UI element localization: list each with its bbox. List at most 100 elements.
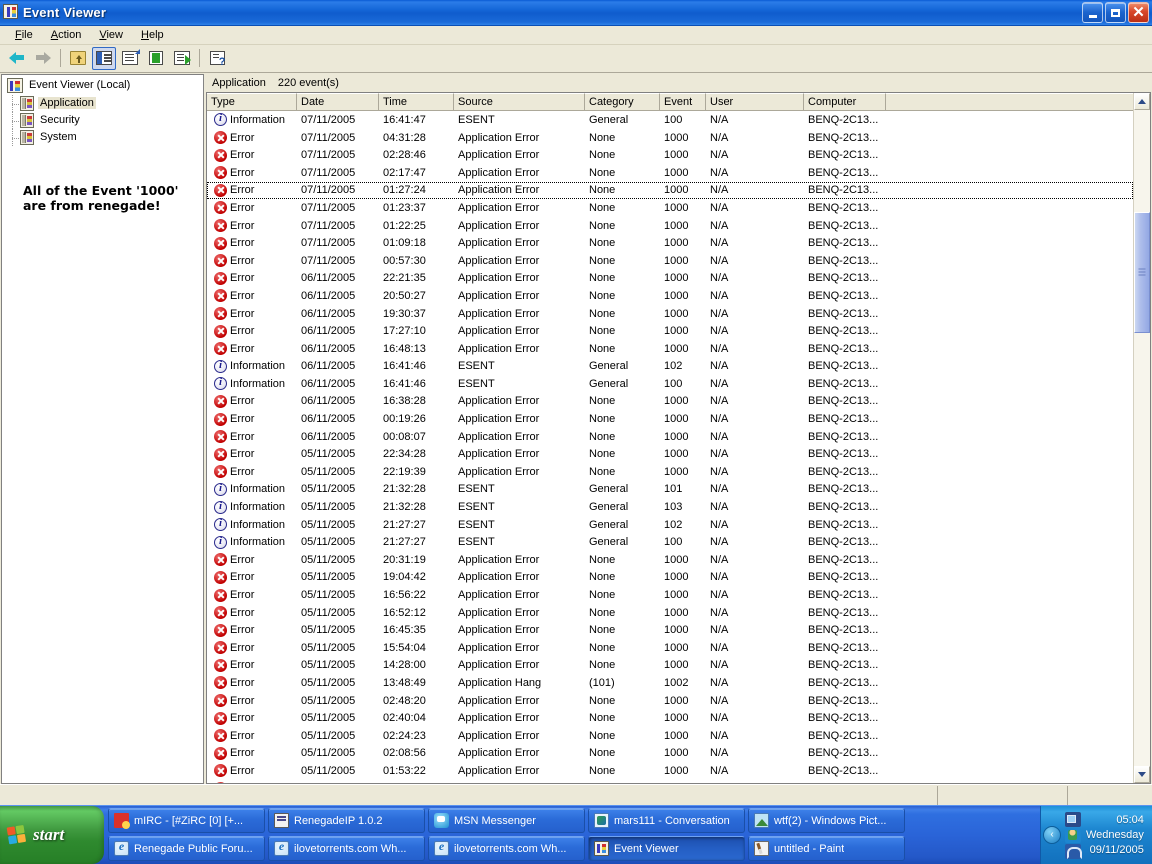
vertical-scrollbar[interactable] — [1133, 93, 1150, 783]
table-row[interactable]: Error 07/11/2005 02:28:46 Application Error… — [207, 146, 1133, 164]
clock[interactable]: 05:04 Wednesday 09/11/2005 — [1086, 813, 1144, 858]
menu-item-help[interactable]: Help — [132, 27, 173, 43]
table-row[interactable]: Error 05/11/2005 02:48:20 Application Error… — [207, 692, 1133, 710]
scroll-up-button[interactable] — [1134, 93, 1150, 111]
table-row[interactable]: Error 06/11/2005 16:48:13 Application Error… — [207, 340, 1133, 358]
table-row[interactable]: Error 05/11/2005 01:53:22 Application Error… — [207, 762, 1133, 780]
title-bar[interactable]: Event Viewer ✕ — [0, 0, 1152, 26]
refresh-button[interactable] — [144, 47, 168, 70]
table-row[interactable]: Error 06/11/2005 00:19:26 Application Error… — [207, 410, 1133, 428]
sidebar-item-security[interactable]: Security — [2, 111, 203, 129]
table-row[interactable]: Error 07/11/2005 01:22:25 Application Error… — [207, 217, 1133, 235]
information-icon — [214, 113, 227, 127]
minimize-button[interactable] — [1082, 2, 1103, 23]
cell-category: None — [589, 448, 616, 461]
volume-icon[interactable] — [1065, 843, 1082, 859]
cell-date: 07/11/2005 — [301, 113, 356, 126]
taskbar-button[interactable]: Event Viewer — [588, 836, 745, 861]
table-row[interactable]: Error 07/11/2005 04:31:28 Application Error… — [207, 129, 1133, 147]
taskbar-button[interactable]: mars111 - Conversation — [588, 808, 745, 833]
show-hide-tree-button[interactable] — [92, 46, 116, 70]
table-row[interactable]: Error 05/11/2005 16:52:12 Application Error… — [207, 604, 1133, 622]
table-row[interactable]: Error 06/11/2005 00:08:07 Application Error… — [207, 428, 1133, 446]
scrollbar-thumb[interactable] — [1134, 211, 1150, 334]
column-header-computer[interactable]: Computer — [804, 93, 886, 112]
properties-button[interactable] — [118, 47, 142, 70]
menu-item-action[interactable]: Action — [42, 27, 91, 43]
table-row[interactable]: Error 05/11/2005 02:24:23 Application Error… — [207, 727, 1133, 745]
table-row[interactable]: Error 05/11/2005 19:04:42 Application Error… — [207, 569, 1133, 587]
table-row[interactable]: Error 06/11/2005 20:50:27 Application Error… — [207, 287, 1133, 305]
taskbar-button[interactable]: ilovetorrents.com Wh... — [268, 836, 425, 861]
table-row[interactable]: Error 05/11/2005 02:40:04 Application Error… — [207, 709, 1133, 727]
table-row[interactable]: Error 06/11/2005 17:27:10 Application Error… — [207, 322, 1133, 340]
taskbar-button[interactable]: mIRC - [#ZiRC [0] [+... — [108, 808, 265, 833]
menu-item-file[interactable]: FFileile — [6, 27, 42, 43]
column-header-time[interactable]: Time — [379, 93, 454, 112]
cell-time: 02:48:20 — [383, 694, 426, 707]
table-row[interactable]: Error 05/11/2005 20:31:19 Application Error… — [207, 551, 1133, 569]
network-icon[interactable] — [1065, 811, 1081, 827]
table-row[interactable]: Error 07/11/2005 01:27:24 Application Error… — [207, 181, 1133, 200]
cell-category: None — [589, 430, 616, 443]
cell-computer: BENQ-2C13... — [808, 289, 879, 302]
table-row[interactable]: Error 05/11/2005 02:08:56 Application Error… — [207, 745, 1133, 763]
table-row[interactable]: Error 07/11/2005 00:57:30 Application Error… — [207, 252, 1133, 270]
taskbar-button[interactable]: ilovetorrents.com Wh... — [428, 836, 585, 861]
taskbar-button[interactable]: wtf(2) - Windows Pict... — [748, 808, 905, 833]
table-row[interactable]: Error 07/11/2005 01:23:37 Application Error… — [207, 199, 1133, 217]
cell-time: 21:27:27 — [383, 518, 426, 531]
back-button[interactable] — [5, 47, 29, 70]
messenger-icon[interactable] — [1065, 827, 1081, 843]
help-button[interactable] — [205, 47, 229, 70]
sidebar-item-application[interactable]: Application — [2, 94, 203, 112]
table-row[interactable]: Error 05/11/2005 14:28:00 Application Error… — [207, 657, 1133, 675]
column-header-type[interactable]: Type — [207, 93, 297, 112]
table-row[interactable]: Error 05/11/2005 22:34:28 Application Error… — [207, 445, 1133, 463]
close-button[interactable]: ✕ — [1128, 2, 1149, 23]
column-header-user[interactable]: User — [706, 93, 804, 112]
tree-root-event-viewer-local[interactable]: Event Viewer (Local) — [2, 75, 203, 95]
table-row[interactable]: Information 05/11/2005 21:32:28 ESENT Genera… — [207, 481, 1133, 499]
error-icon — [214, 271, 227, 285]
table-row[interactable]: Information 07/11/2005 16:41:47 ESENT Genera… — [207, 111, 1133, 129]
table-row[interactable]: Information 05/11/2005 21:27:27 ESENT Genera… — [207, 516, 1133, 534]
table-row[interactable]: Error 06/11/2005 19:30:37 Application Error… — [207, 305, 1133, 323]
table-row[interactable]: Information 06/11/2005 16:41:46 ESENT Genera… — [207, 357, 1133, 375]
show-hidden-icons-button[interactable]: ‹ — [1043, 826, 1061, 844]
column-header-event[interactable]: Event — [660, 93, 706, 112]
scroll-down-button[interactable] — [1134, 766, 1150, 783]
table-row[interactable]: Error 05/11/2005 13:48:49 Application Hang (… — [207, 674, 1133, 692]
cell-date: 06/11/2005 — [301, 342, 356, 355]
table-row[interactable]: Information 06/11/2005 16:41:46 ESENT Genera… — [207, 375, 1133, 393]
table-row[interactable]: Error 05/11/2005 16:56:22 Application Error… — [207, 586, 1133, 604]
up-one-level-button[interactable] — [66, 47, 90, 70]
table-row[interactable]: Information 05/11/2005 21:32:28 ESENT Genera… — [207, 498, 1133, 516]
error-icon — [214, 782, 227, 783]
column-header-date[interactable]: Date — [297, 93, 379, 112]
taskbar-button[interactable]: MSN Messenger — [428, 808, 585, 833]
table-row[interactable]: Error 07/11/2005 01:09:18 Application Error… — [207, 234, 1133, 252]
cell-user: N/A — [710, 413, 729, 426]
scrollbar-track[interactable] — [1134, 110, 1150, 766]
restore-button[interactable] — [1105, 2, 1126, 23]
table-row[interactable]: Error 06/11/2005 16:38:28 Application Error… — [207, 393, 1133, 411]
column-header-source[interactable]: Source — [454, 93, 585, 112]
error-icon — [214, 606, 227, 620]
start-button[interactable]: start — [0, 806, 104, 864]
taskbar-button[interactable]: Renegade Public Foru... — [108, 836, 265, 861]
table-row[interactable]: Error 05/11/2005 15:54:04 Application Error… — [207, 639, 1133, 657]
table-row[interactable]: Error 05/11/2005 16:45:35 Application Error… — [207, 621, 1133, 639]
table-row[interactable]: Error 07/11/2005 02:17:47 Application Error… — [207, 164, 1133, 182]
taskbar-button[interactable]: RenegadeIP 1.0.2 — [268, 808, 425, 833]
table-row[interactable]: Error05/11/200501:28:20Application Error… — [207, 780, 1133, 783]
table-row[interactable]: Error 06/11/2005 22:21:35 Application Error… — [207, 270, 1133, 288]
export-list-button[interactable] — [170, 47, 194, 70]
cell-event: 1000 — [664, 307, 689, 320]
sidebar-item-system[interactable]: System — [2, 128, 203, 146]
column-header-category[interactable]: Category — [585, 93, 660, 112]
menu-item-view[interactable]: View — [90, 27, 132, 43]
table-row[interactable]: Information 05/11/2005 21:27:27 ESENT Genera… — [207, 533, 1133, 551]
table-row[interactable]: Error 05/11/2005 22:19:39 Application Error… — [207, 463, 1133, 481]
taskbar-button[interactable]: untitled - Paint — [748, 836, 905, 861]
